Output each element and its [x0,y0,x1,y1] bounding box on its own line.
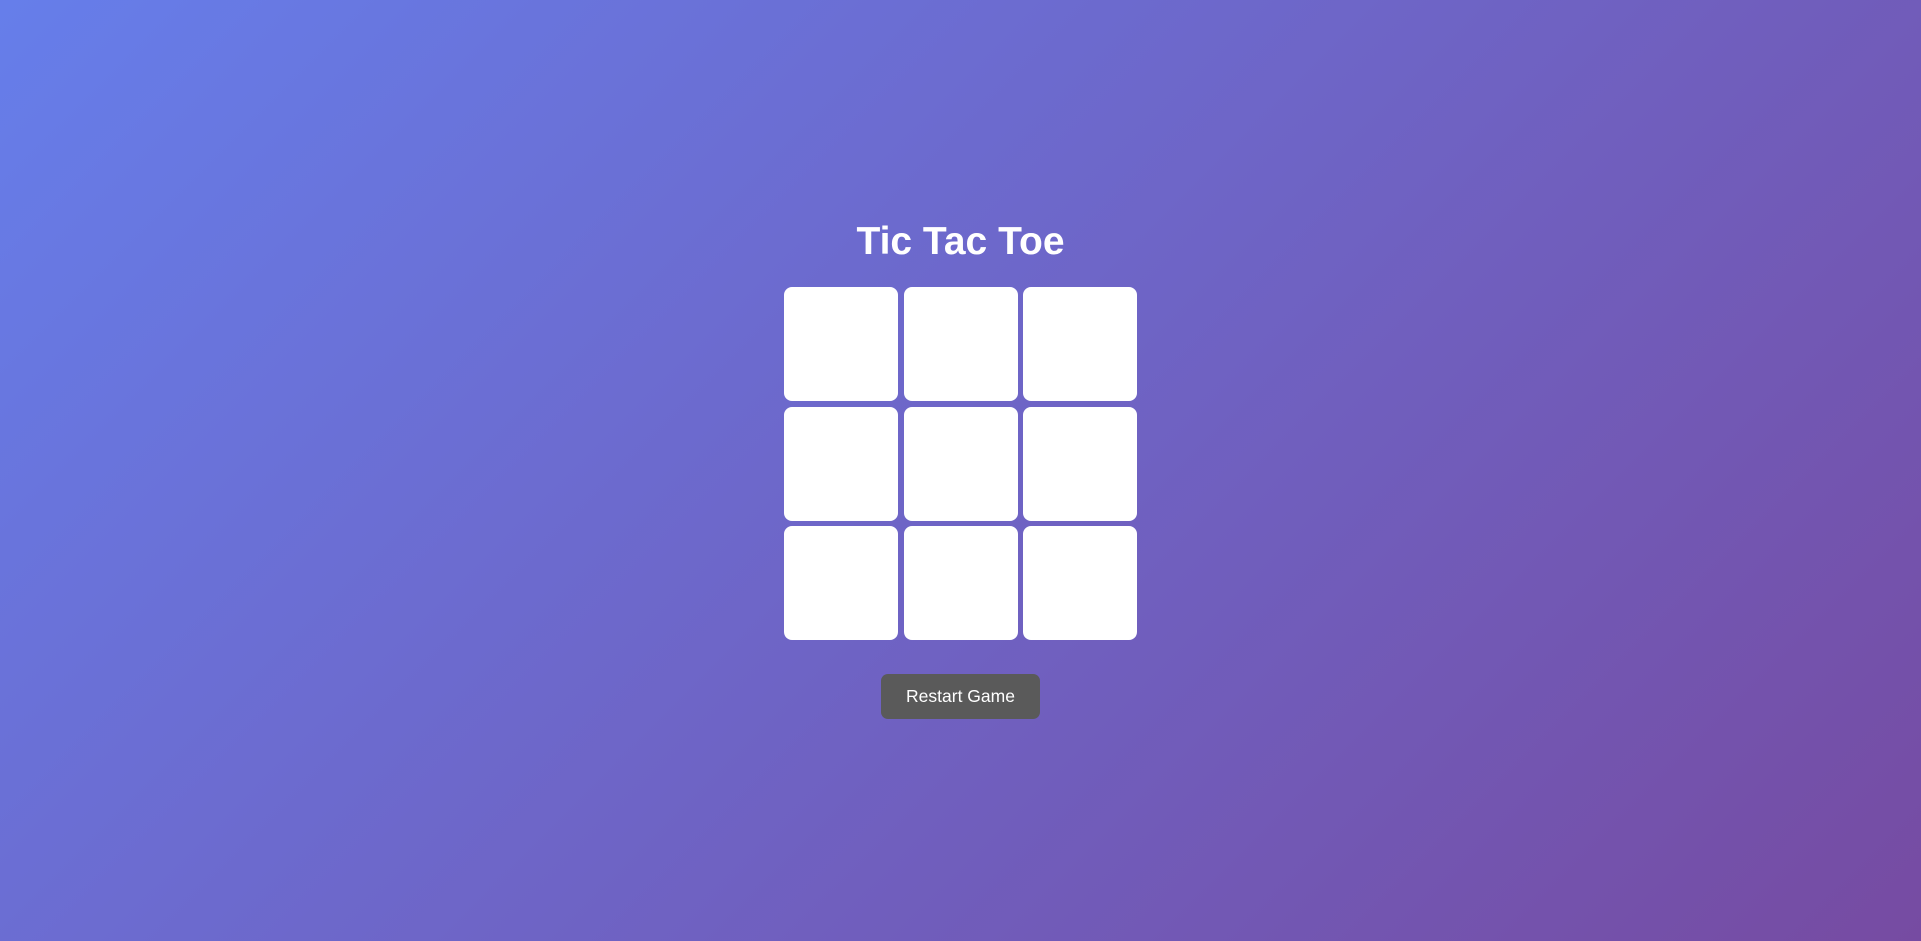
board-cell-1[interactable] [784,287,898,401]
board-cell-9[interactable] [1023,526,1137,640]
board-cell-3[interactable] [1023,287,1137,401]
board-cell-8[interactable] [903,526,1018,640]
board-cell-5[interactable] [903,406,1018,521]
board-cell-7[interactable] [784,526,898,640]
restart-game-button[interactable]: Restart Game [881,674,1040,719]
board-cell-4[interactable] [784,406,898,521]
game-title: Tic Tac Toe [856,220,1065,263]
board-cell-2[interactable] [903,287,1018,401]
game-container: Tic Tac Toe Restart Game [0,0,1921,941]
board-cell-6[interactable] [1023,406,1137,521]
game-board [784,287,1137,640]
